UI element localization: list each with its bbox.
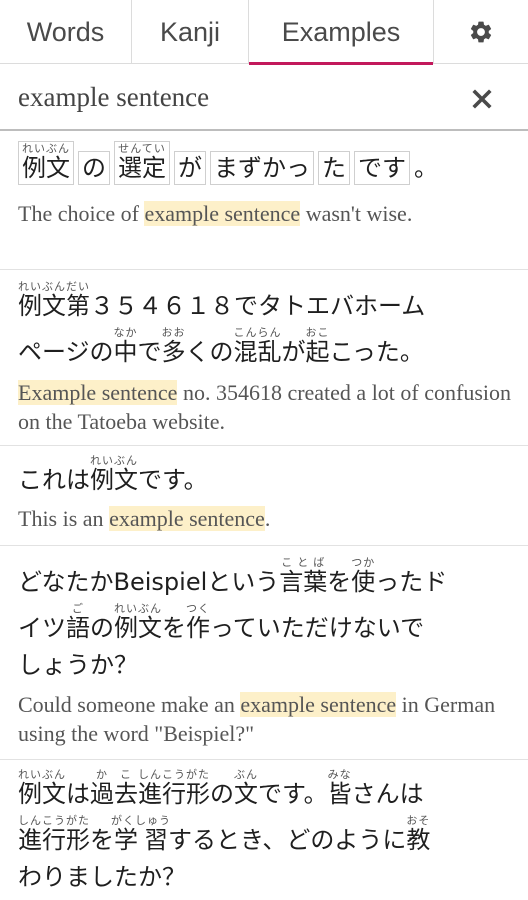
search-highlight: example sentence bbox=[240, 692, 397, 717]
list-item[interactable]: どなたかBeispielという言葉ことばを使つかったド イツ語ごの例文れいぶんを… bbox=[0, 546, 528, 760]
tab-kanji[interactable]: Kanji bbox=[132, 0, 249, 64]
word-token[interactable]: た bbox=[318, 151, 350, 185]
english-translation: Example sentence no. 354618 created a lo… bbox=[18, 380, 512, 434]
list-item[interactable]: 例文れいぶんの 選定せんていが まずかったです。 The choice of exa… bbox=[0, 133, 528, 270]
word-token[interactable]: 例文れいぶん bbox=[18, 141, 74, 185]
list-item[interactable]: これは例文れいぶんです。 This is an example sentence… bbox=[0, 446, 528, 546]
english-translation: Could someone make an example sentence i… bbox=[18, 692, 496, 746]
search-input[interactable] bbox=[18, 75, 448, 119]
word-token[interactable]: が bbox=[174, 151, 206, 185]
english-translation: The choice of example sentence wasn't wi… bbox=[18, 201, 413, 226]
search-highlight: Example sentence bbox=[18, 380, 178, 405]
tab-words[interactable]: Words bbox=[0, 0, 132, 64]
list-item[interactable]: 例文れいぶんは過去かこ進行形しんこうがたの文ぶんです。皆みなさんは 進行形しんこ… bbox=[0, 760, 528, 900]
japanese-line-1: 例文第れいぶんだい３５４６１８でタトエバホーム bbox=[18, 280, 426, 320]
japanese-sentence: 例文れいぶんの 選定せんていが まずかったです。 bbox=[18, 141, 438, 185]
english-translation: This is an example sentence. bbox=[18, 506, 271, 531]
japanese-line-2: イツ語ごの例文れいぶんを作つくっていただけないで bbox=[18, 602, 425, 642]
word-token[interactable]: 選定せんてい bbox=[114, 141, 170, 185]
search-highlight: example sentence bbox=[109, 506, 265, 531]
japanese-sentence: これは例文れいぶんです。 bbox=[18, 454, 208, 494]
word-token[interactable]: の bbox=[78, 151, 110, 185]
search-highlight: example sentence bbox=[144, 201, 301, 226]
list-item[interactable]: 例文第れいぶんだい３５４６１８でタトエバホーム ページの中なかで多おおくの混乱こ… bbox=[0, 270, 528, 446]
clear-search-button[interactable] bbox=[466, 83, 498, 115]
tab-examples[interactable]: Examples bbox=[249, 0, 434, 65]
word-token[interactable]: まずかっ bbox=[210, 151, 314, 185]
close-icon bbox=[472, 89, 492, 109]
tab-bar: Words Kanji Examples bbox=[0, 0, 528, 65]
japanese-line-3: しょうか？ bbox=[18, 651, 138, 679]
word-token[interactable]: です bbox=[354, 151, 410, 185]
japanese-line-3: わりましたか？ bbox=[18, 863, 186, 891]
japanese-line-2: 進行形しんこうがたを学習がくしゅうするとき、どのように教おそ bbox=[18, 814, 431, 854]
punctuation: 。 bbox=[414, 154, 438, 182]
japanese-line-1: 例文れいぶんは過去かこ進行形しんこうがたの文ぶんです。皆みなさんは bbox=[18, 768, 424, 808]
gear-icon bbox=[470, 21, 492, 43]
japanese-line-1: どなたかBeispielという言葉ことばを使つかったド bbox=[18, 556, 448, 596]
japanese-line-2: ページの中なかで多おおくの混乱こんらんが起おここった。 bbox=[18, 326, 424, 366]
settings-button[interactable] bbox=[434, 0, 528, 64]
results-list: 例文れいぶんの 選定せんていが まずかったです。 The choice of exa… bbox=[0, 133, 528, 900]
search-bar bbox=[0, 65, 528, 131]
